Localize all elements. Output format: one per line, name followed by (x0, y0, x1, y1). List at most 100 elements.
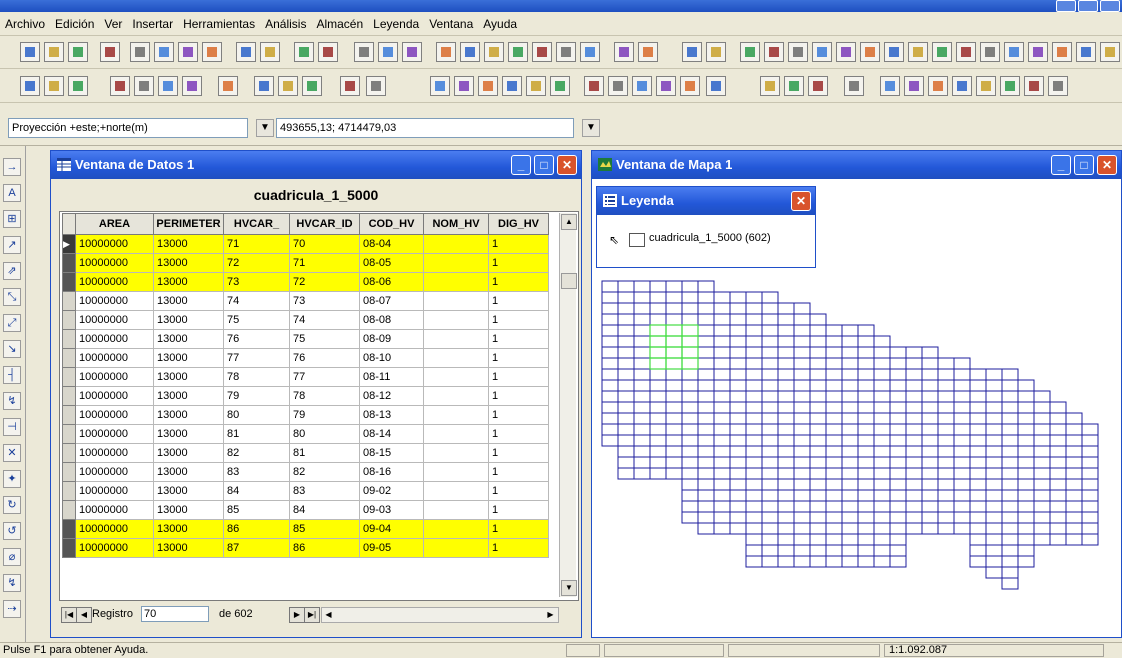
grid-cell[interactable] (649, 280, 667, 293)
table-cell-cod[interactable]: 09-03 (359, 500, 424, 520)
menu-ventana[interactable]: Ventana (424, 17, 478, 31)
grid-cell[interactable] (697, 456, 715, 469)
grid-cell[interactable] (969, 533, 987, 546)
grid-cell[interactable] (729, 423, 747, 436)
grid-cell[interactable] (729, 511, 747, 524)
table-row[interactable]: 10000000 13000 77 76 08-10 1 (62, 348, 549, 368)
grid-cell[interactable] (729, 324, 747, 337)
grid-cell[interactable] (985, 522, 1003, 535)
grid-cell[interactable] (809, 390, 827, 403)
table-cell-nom[interactable] (423, 538, 489, 558)
grid-cell[interactable] (921, 368, 939, 381)
grid-cell[interactable] (761, 555, 779, 568)
grid-cell[interactable] (761, 412, 779, 425)
grid-cell[interactable] (633, 346, 651, 359)
grid-cell[interactable] (985, 500, 1003, 513)
grid-cell[interactable] (745, 412, 763, 425)
grid-cell[interactable] (857, 346, 875, 359)
grid-cell[interactable] (665, 456, 683, 469)
grid-cell[interactable] (793, 423, 811, 436)
grid-cell[interactable] (905, 368, 923, 381)
grid-cell[interactable] (633, 291, 651, 304)
table-cell-area[interactable]: 10000000 (75, 234, 154, 254)
grid-cell[interactable] (857, 401, 875, 414)
grid-cell[interactable] (937, 412, 955, 425)
grid-cell[interactable] (921, 445, 939, 458)
grid-cell[interactable] (969, 423, 987, 436)
grid-cell[interactable] (729, 346, 747, 359)
grid-cell[interactable] (1065, 445, 1083, 458)
grid-cell[interactable] (729, 368, 747, 381)
grid-cell[interactable] (889, 423, 907, 436)
toolbar-button-icon[interactable] (1048, 76, 1068, 96)
toolbar-button-icon[interactable] (1028, 42, 1048, 62)
row-selector[interactable] (62, 386, 76, 406)
table-cell-hvcar[interactable]: 78 (223, 367, 290, 387)
coordinates-field[interactable]: 493655,13; 4714479,03 (276, 118, 574, 138)
grid-cell[interactable] (857, 511, 875, 524)
grid-cell[interactable] (825, 522, 843, 535)
grid-cell[interactable] (617, 445, 635, 458)
grid-cell[interactable] (681, 280, 699, 293)
layer-swatch[interactable] (629, 233, 645, 247)
map-close-button[interactable]: ✕ (1097, 155, 1117, 175)
grid-cell[interactable] (793, 511, 811, 524)
menu-insertar[interactable]: Insertar (127, 17, 178, 31)
grid-cell[interactable] (777, 401, 795, 414)
table-cell-cod[interactable]: 08-06 (359, 272, 424, 292)
grid-cell[interactable] (1001, 390, 1019, 403)
grid-cell[interactable] (857, 445, 875, 458)
table-cell-nom[interactable] (423, 443, 489, 463)
grid-cell[interactable] (1081, 423, 1099, 436)
grid-cell[interactable] (665, 335, 683, 348)
grid-cell[interactable] (969, 478, 987, 491)
toolbar-button-icon[interactable] (1004, 42, 1024, 62)
table-cell-hvcar[interactable]: 80 (223, 405, 290, 425)
grid-cell[interactable] (729, 489, 747, 502)
grid-cell[interactable] (985, 445, 1003, 458)
grid-cell[interactable] (1017, 390, 1035, 403)
grid-cell[interactable] (841, 412, 859, 425)
grid-cell[interactable] (809, 555, 827, 568)
grid-cell[interactable] (777, 346, 795, 359)
row-selector[interactable] (62, 405, 76, 425)
grid-cell[interactable] (873, 456, 891, 469)
row-selector[interactable] (62, 291, 76, 311)
grid-cell[interactable] (649, 379, 667, 392)
grid-cell[interactable] (857, 434, 875, 447)
grid-cell[interactable] (921, 511, 939, 524)
table-cell-perimeter[interactable]: 13000 (153, 386, 224, 406)
grid-cell[interactable] (937, 390, 955, 403)
grid-cell[interactable] (921, 379, 939, 392)
grid-cell[interactable] (1001, 478, 1019, 491)
grid-cell[interactable] (809, 467, 827, 480)
grid-cell[interactable] (633, 423, 651, 436)
table-row[interactable]: 10000000 13000 72 71 08-05 1 (62, 253, 549, 273)
grid-cell[interactable] (873, 335, 891, 348)
toolbar-button-icon[interactable] (254, 76, 274, 96)
table-cell-nom[interactable] (423, 253, 489, 273)
grid-cell[interactable] (937, 489, 955, 502)
grid-cell[interactable] (665, 467, 683, 480)
grid-cell[interactable] (921, 456, 939, 469)
tool-icon[interactable]: ⇗ (3, 262, 21, 280)
grid-cell[interactable] (825, 401, 843, 414)
table-cell-hvcar[interactable]: 84 (223, 481, 290, 501)
row-selector[interactable] (62, 481, 76, 501)
grid-cell[interactable] (905, 379, 923, 392)
table-cell-hvcar_id[interactable]: 72 (289, 272, 360, 292)
grid-cell[interactable] (809, 346, 827, 359)
grid-cell[interactable] (905, 511, 923, 524)
grid-cell[interactable] (953, 434, 971, 447)
column-header-area[interactable]: AREA (75, 213, 154, 235)
grid-cell[interactable] (681, 489, 699, 502)
grid-cell[interactable] (649, 313, 667, 326)
tool-icon[interactable]: ⤡ (3, 288, 21, 306)
row-selector[interactable] (62, 253, 76, 273)
grid-cell[interactable] (857, 335, 875, 348)
grid-cell[interactable] (633, 390, 651, 403)
table-cell-dig[interactable]: 1 (488, 348, 549, 368)
grid-cell[interactable] (1081, 434, 1099, 447)
grid-cell[interactable] (793, 522, 811, 535)
grid-cell[interactable] (601, 368, 619, 381)
